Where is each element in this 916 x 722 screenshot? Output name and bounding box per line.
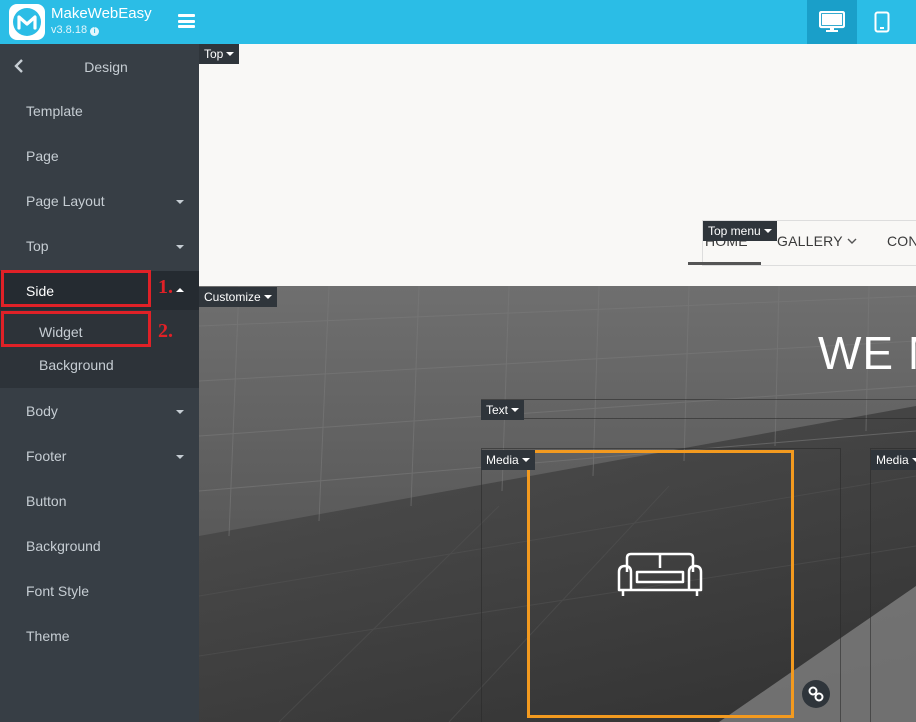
caret-up-icon: [176, 288, 184, 292]
sidebar-item-label: Button: [26, 493, 67, 509]
top-menu-tag[interactable]: Top menu: [703, 221, 777, 241]
tag-label: Top: [204, 47, 224, 61]
step-2-label: 2.: [158, 320, 173, 342]
sidebar-item-theme[interactable]: Theme: [0, 616, 199, 656]
sofa-icon[interactable]: [615, 550, 705, 602]
version-text: v3.8.18: [51, 24, 88, 36]
sidebar-item-label: Template: [26, 103, 83, 119]
tag-label: Top menu: [708, 224, 761, 238]
app-window: MakeWebEasy v3.8.18 i Design Template Pa…: [0, 0, 916, 722]
sidebar-title: Design: [84, 59, 128, 75]
mobile-view-button[interactable]: [857, 0, 907, 44]
tag-label: Media: [876, 453, 909, 467]
menu-item-gallery[interactable]: GALLERY: [777, 233, 857, 249]
active-menu-underline: [688, 262, 761, 265]
design-sidebar: Design Template Page Page Layout Top Sid…: [0, 44, 199, 722]
tag-label: Customize: [204, 290, 261, 304]
caret-down-icon: [176, 410, 184, 414]
sidebar-item-label: Top: [26, 238, 49, 254]
sidebar-subitem-background[interactable]: Background: [39, 357, 114, 373]
mobile-icon: [874, 11, 890, 33]
text-tag[interactable]: Text: [481, 400, 525, 420]
logo[interactable]: [9, 4, 45, 40]
sidebar-item-label: Page Layout: [26, 193, 105, 209]
info-icon[interactable]: i: [90, 27, 100, 36]
sidebar-item-template[interactable]: Template: [0, 91, 199, 131]
link-button[interactable]: [802, 680, 830, 708]
media-block-outline: [870, 448, 916, 722]
sidebar-item-page[interactable]: Page: [0, 136, 199, 176]
app-name: MakeWebEasy: [51, 5, 152, 22]
caret-down-icon: [263, 295, 272, 299]
sidebar-item-footer[interactable]: Footer: [0, 436, 199, 476]
logo-icon: [13, 8, 41, 36]
app-version: v3.8.18 i: [51, 24, 100, 36]
menu-item-contact[interactable]: CON: [887, 233, 916, 249]
caret-down-icon: [911, 458, 916, 462]
text-block-outline: [481, 399, 916, 419]
media-tag-2[interactable]: Media: [871, 450, 916, 470]
hamburger-icon[interactable]: [178, 14, 195, 28]
sidebar-item-label: Page: [26, 148, 59, 164]
top-bar: MakeWebEasy v3.8.18 i: [0, 0, 916, 44]
highlight-box-widget: [1, 311, 151, 347]
sidebar-item-button[interactable]: Button: [0, 481, 199, 521]
hero-section: WE M: [199, 286, 916, 722]
top-section-tag[interactable]: Top: [199, 44, 240, 64]
sidebar-item-label: Theme: [26, 628, 70, 644]
highlight-box-side: [1, 270, 151, 307]
menu-item-label: GALLERY: [777, 233, 843, 249]
page-preview: Top HOME GALLERY CON Top menu WE Text Me…: [199, 44, 916, 722]
caret-down-icon: [521, 458, 530, 462]
sidebar-item-font-style[interactable]: Font Style: [0, 571, 199, 611]
tag-label: Text: [486, 403, 509, 417]
customize-tag[interactable]: Customize: [199, 287, 277, 307]
sidebar-item-background[interactable]: Background: [0, 526, 199, 566]
caret-down-icon: [763, 229, 772, 233]
caret-down-icon: [226, 52, 235, 56]
hero-title: WE M: [818, 327, 916, 379]
caret-down-icon: [176, 245, 184, 249]
sidebar-item-label: Footer: [26, 448, 67, 464]
caret-down-icon: [176, 200, 184, 204]
sidebar-item-top[interactable]: Top: [0, 226, 199, 266]
sidebar-item-body[interactable]: Body: [0, 391, 199, 431]
media-tag[interactable]: Media: [481, 450, 535, 470]
tag-label: Media: [486, 453, 519, 467]
caret-down-icon: [176, 455, 184, 459]
sidebar-item-page-layout[interactable]: Page Layout: [0, 181, 199, 221]
sidebar-item-label: Font Style: [26, 583, 90, 599]
caret-down-icon: [511, 408, 520, 412]
desktop-icon: [819, 11, 845, 32]
sidebar-item-label: Body: [26, 403, 58, 419]
step-1-label: 1.: [158, 276, 173, 298]
sidebar-item-label: Background: [26, 538, 101, 554]
desktop-view-button[interactable]: [807, 0, 857, 44]
link-icon: [808, 686, 824, 702]
chevron-down-icon: [847, 238, 857, 244]
